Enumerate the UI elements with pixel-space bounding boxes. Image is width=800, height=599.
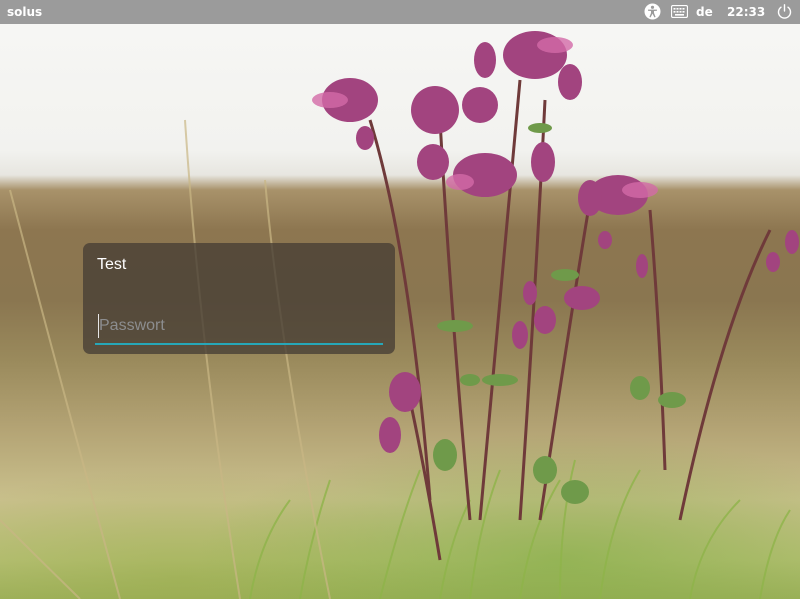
top-panel: solus de 22:33 [0,0,800,24]
login-card: Test [83,243,395,354]
text-cursor [98,314,99,338]
keyboard-icon[interactable] [670,4,689,19]
keyboard-layout-indicator[interactable]: de [696,5,713,19]
clock: 22:33 [727,5,766,19]
password-field-wrapper [95,309,383,345]
password-input[interactable] [95,309,383,343]
accessibility-icon[interactable] [644,3,661,20]
power-icon[interactable] [776,3,793,20]
distro-label: solus [7,5,43,19]
username-label: Test [97,256,127,273]
